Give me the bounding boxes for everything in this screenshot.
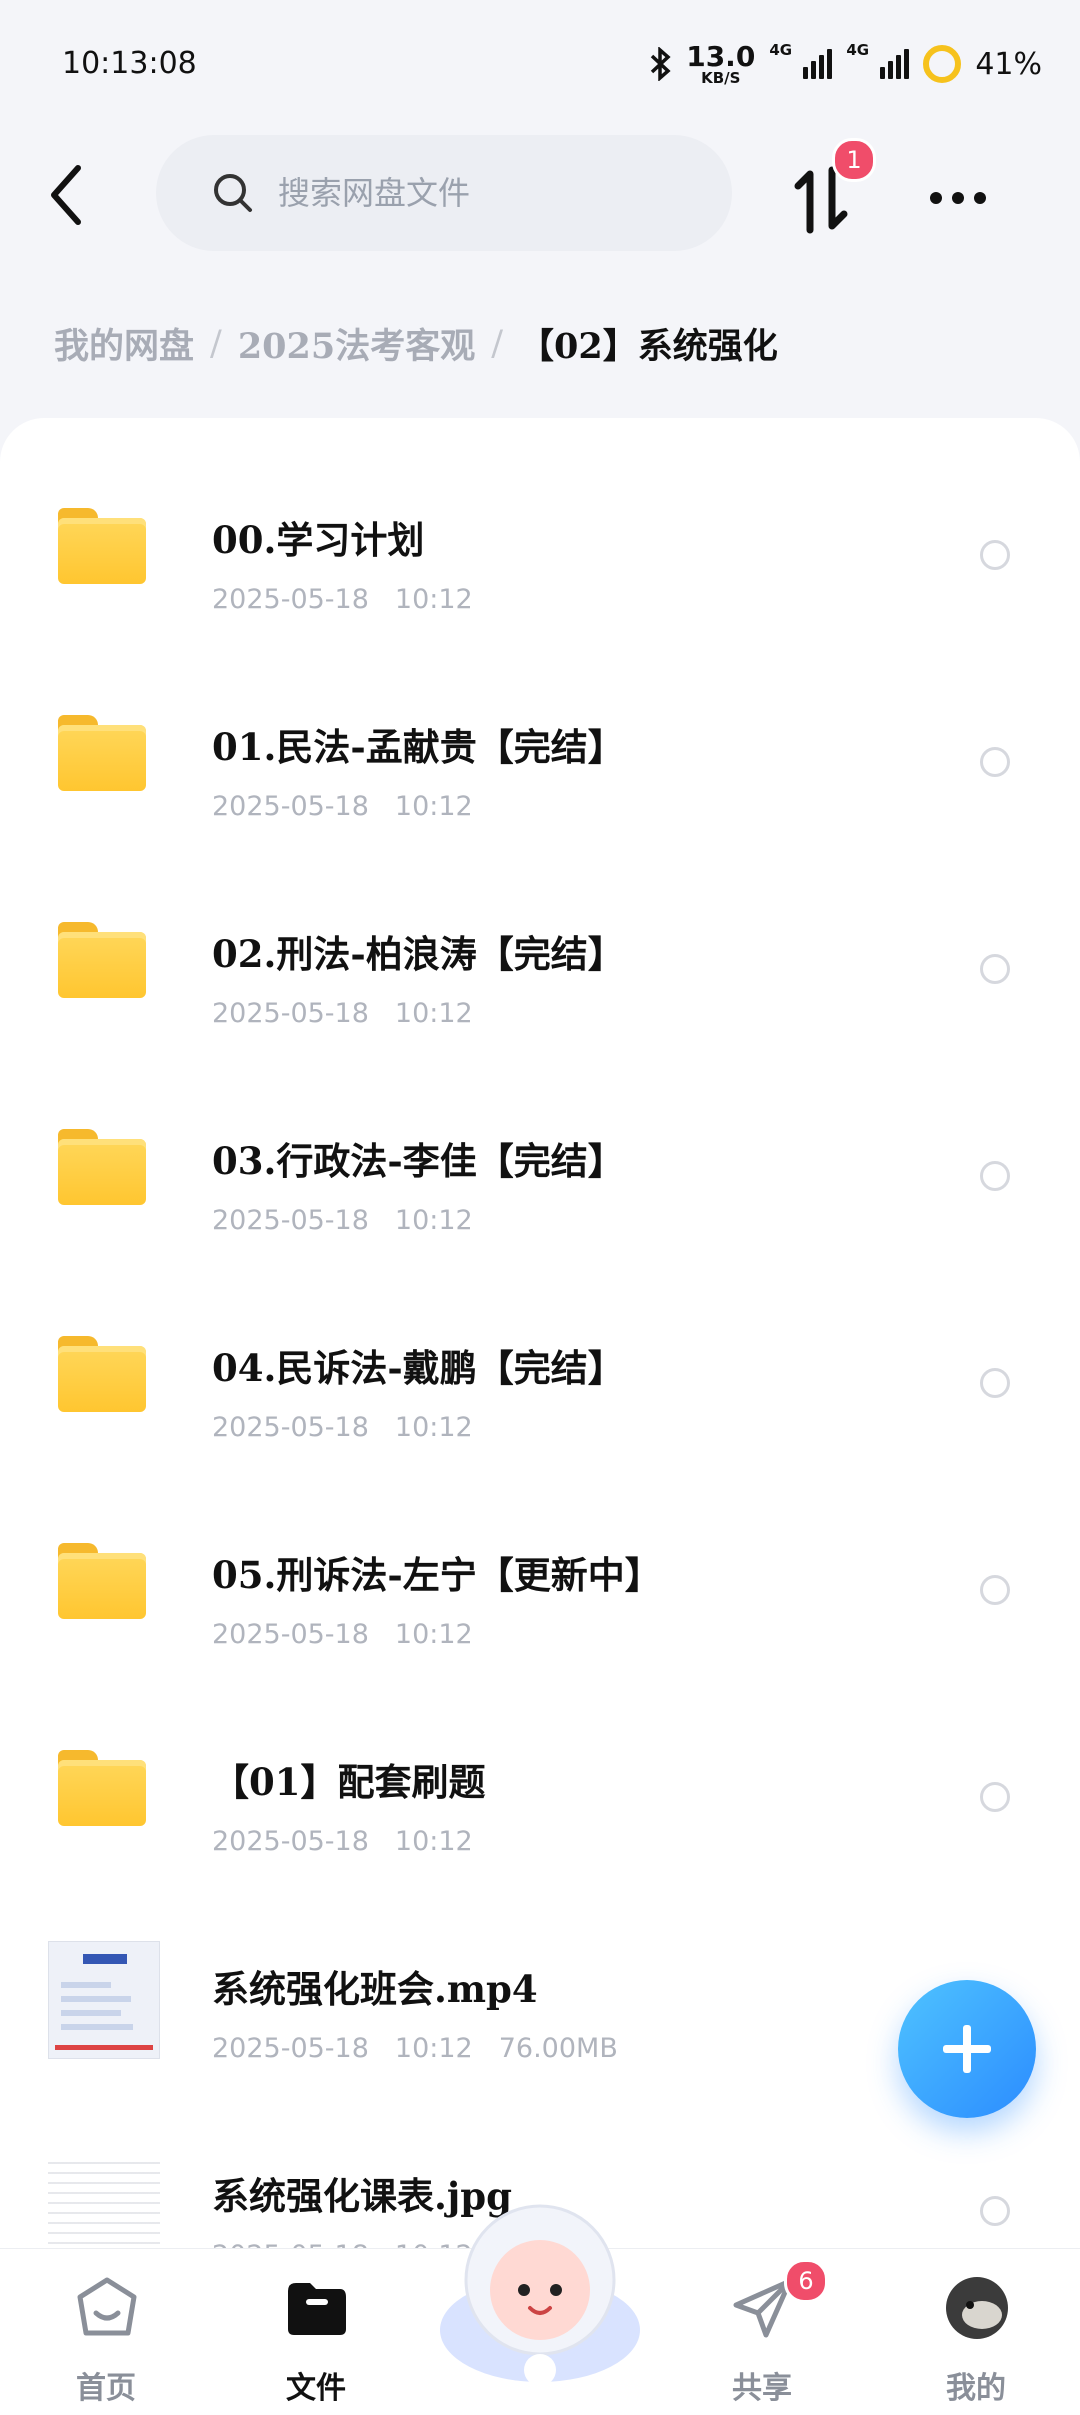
status-time: 10:13:08 xyxy=(62,46,197,81)
file-meta: 2025-05-1810:12 xyxy=(212,1205,473,1236)
more-button[interactable] xyxy=(930,180,1000,216)
more-icon xyxy=(930,192,942,204)
folder-icon xyxy=(58,1119,154,1219)
video-thumbnail xyxy=(48,1941,160,2059)
folder-icon xyxy=(58,705,154,805)
avatar xyxy=(946,2277,1008,2339)
breadcrumb-separator: / xyxy=(491,323,504,364)
transfer-button[interactable]: 1 xyxy=(790,138,876,236)
select-radio[interactable] xyxy=(980,747,1010,777)
share-badge: 6 xyxy=(784,2259,828,2303)
nav-home-label: 首页 xyxy=(76,2371,136,2406)
search-input[interactable] xyxy=(276,173,700,213)
signal-2-icon: 4G xyxy=(846,41,910,79)
select-radio[interactable] xyxy=(980,1782,1010,1812)
folder-icon xyxy=(58,1740,154,1840)
file-name: 03.行政法-李佳【完结】 xyxy=(212,1139,625,1183)
nav-share[interactable]: 6 共享 xyxy=(692,2259,832,2407)
file-name: 系统强化班会.mp4 xyxy=(212,1967,538,2011)
bluetooth-icon xyxy=(651,47,671,81)
nav-home[interactable]: 首页 xyxy=(36,2267,176,2407)
folder-icon xyxy=(58,498,154,598)
file-name: 01.民法-孟献贵【完结】 xyxy=(212,725,625,769)
select-radio[interactable] xyxy=(980,1161,1010,1191)
select-radio[interactable] xyxy=(980,1575,1010,1605)
file-meta: 2025-05-1810:12 xyxy=(212,791,473,822)
back-arrow-icon xyxy=(51,165,81,225)
file-row[interactable]: 02.刑法-柏浪涛【完结】 2025-05-18 10:12 xyxy=(0,862,1080,1069)
add-button[interactable] xyxy=(898,1980,1036,2118)
breadcrumb-root[interactable]: 我的网盘 xyxy=(54,318,194,369)
network-speed: 13.0 KB/S xyxy=(686,39,756,87)
file-row[interactable]: 05.刑诉法-左宁【更新中】 2025-05-18 10:12 xyxy=(0,1483,1080,1690)
breadcrumb-parent[interactable]: 2025法考客观 xyxy=(238,318,475,369)
nav-files-label: 文件 xyxy=(286,2371,346,2406)
image-thumbnail xyxy=(48,2154,160,2248)
breadcrumb-current: 【02】系统强化 xyxy=(519,326,778,367)
select-radio[interactable] xyxy=(980,540,1010,570)
file-row[interactable]: 01.民法-孟献贵【完结】 2025-05-18 10:12 xyxy=(0,655,1080,862)
battery-level: 41% xyxy=(975,46,1042,82)
file-meta: 2025-05-1810:12 xyxy=(212,1619,473,1650)
back-button[interactable] xyxy=(40,160,100,230)
folder-icon xyxy=(58,912,154,1012)
file-row[interactable]: 04.民诉法-戴鹏【完结】 2025-05-18 10:12 xyxy=(0,1276,1080,1483)
nav-share-label: 共享 xyxy=(732,2371,792,2406)
file-row[interactable]: 00.学习计划 2025-05-18 10:12 xyxy=(0,448,1080,655)
file-meta: 2025-05-18 10:12 76.00MB xyxy=(212,2033,618,2064)
status-icons: 13.0 KB/S 4G 4G 41% xyxy=(650,40,1042,88)
file-list: 00.学习计划 2025-05-18 10:12 01.民法-孟献贵【完结】 20… xyxy=(0,418,1080,2248)
header: 1 xyxy=(0,130,1080,260)
select-radio[interactable] xyxy=(980,2196,1010,2226)
battery-icon xyxy=(923,45,962,83)
signal-1-icon: 4G xyxy=(769,41,833,79)
status-bar: 10:13:08 13.0 KB/S 4G 4G 41% xyxy=(0,0,1080,120)
file-row[interactable]: 【01】配套刷题 2025-05-18 10:12 xyxy=(0,1690,1080,1897)
breadcrumb-separator: / xyxy=(210,323,222,364)
file-meta: 2025-05-1810:12 xyxy=(212,1412,473,1443)
search-icon xyxy=(214,174,252,212)
select-radio[interactable] xyxy=(980,1368,1010,1398)
select-radio[interactable] xyxy=(980,954,1010,984)
file-meta: 2025-05-1810:12 xyxy=(212,584,473,615)
file-meta: 2025-05-1810:12 xyxy=(212,998,473,1029)
mascot-icon[interactable] xyxy=(430,2180,650,2400)
file-row[interactable]: 03.行政法-李佳【完结】 2025-05-18 10:12 xyxy=(0,1069,1080,1276)
file-name: 05.刑诉法-左宁【更新中】 xyxy=(212,1553,662,1597)
folder-icon xyxy=(58,1533,154,1633)
search-bar[interactable] xyxy=(156,135,732,251)
breadcrumb: 我的网盘 / 2025法考客观 / 【02】系统强化 xyxy=(54,318,778,369)
transfer-badge: 1 xyxy=(832,138,876,182)
folder-icon xyxy=(288,2283,346,2335)
file-name: 【01】配套刷题 xyxy=(212,1760,486,1804)
file-name: 04.民诉法-戴鹏【完结】 xyxy=(212,1346,625,1390)
file-name: 00.学习计划 xyxy=(212,518,425,562)
nav-mine-label: 我的 xyxy=(946,2371,1006,2406)
file-meta: 2025-05-1810:12 xyxy=(212,1826,473,1857)
home-icon xyxy=(77,2277,137,2336)
folder-icon xyxy=(58,1326,154,1426)
nav-files[interactable]: 文件 xyxy=(246,2267,386,2407)
nav-mine[interactable]: 我的 xyxy=(906,2267,1046,2407)
file-name: 02.刑法-柏浪涛【完结】 xyxy=(212,932,625,976)
